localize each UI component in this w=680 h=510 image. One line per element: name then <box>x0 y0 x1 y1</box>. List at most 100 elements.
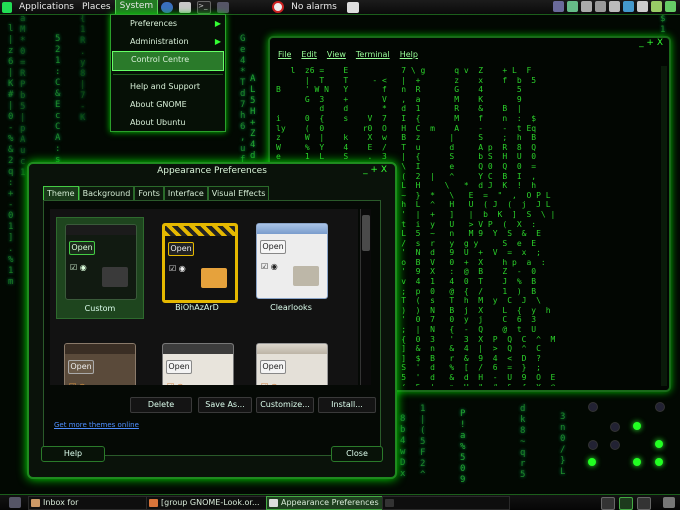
save-as-button[interactable]: Save As... <box>198 397 252 413</box>
task-label: [group GNOME-Look.or... <box>161 498 260 507</box>
light-decoration <box>610 422 620 432</box>
green-light-decoration <box>633 422 641 430</box>
terminal-line: l z6 = E 7 \ g q v Z + L F <box>276 66 532 75</box>
menu-item-label: Preferences <box>130 19 178 28</box>
close-button[interactable]: Close <box>331 446 383 462</box>
install-button[interactable]: Install... <box>318 397 376 413</box>
green-light-decoration <box>655 458 663 466</box>
menu-item-administration[interactable]: Administration ▶ <box>111 33 225 51</box>
task-gnome-look[interactable]: [group GNOME-Look.or... <box>146 496 278 510</box>
menu-item-help-and-support[interactable]: Help and Support <box>111 78 225 96</box>
system-tray <box>553 1 676 12</box>
volume-icon[interactable] <box>581 1 592 12</box>
menu-item-preferences[interactable]: Preferences ▶ <box>111 15 225 33</box>
mail-launcher-icon[interactable] <box>179 1 192 13</box>
theme-name: Custom <box>84 304 116 313</box>
show-desktop-icon[interactable] <box>9 497 21 508</box>
theme-preview: Open ☑ ◉ <box>64 343 136 385</box>
menu-item-control-centre[interactable]: Control Centre <box>112 51 224 71</box>
alarm-clock-icon[interactable] <box>272 1 285 13</box>
menu-item-label: Administration <box>130 37 189 46</box>
task-appearance-preferences[interactable]: Appearance Preferences <box>266 496 394 510</box>
window-title: Appearance Preferences <box>157 166 267 176</box>
terminal-menubar: File Edit View Terminal Help <box>270 50 669 62</box>
task-inbox[interactable]: Inbox for <box>28 496 156 510</box>
web-browser-launcher-icon[interactable] <box>161 1 174 13</box>
window-controls[interactable]: _ + X <box>363 165 387 175</box>
tab-theme[interactable]: Theme <box>43 186 79 200</box>
menu-item-label: Help and Support <box>130 82 200 91</box>
terminal-menu-terminal[interactable]: Terminal <box>356 50 390 62</box>
terminal-line: i 0 { s V 7 I { M f n : $ <box>276 113 537 123</box>
tab-visual-effects[interactable]: Visual Effects <box>207 186 270 200</box>
theme-list-scrollbar[interactable] <box>360 209 371 385</box>
monitor-launcher-icon[interactable] <box>217 1 230 13</box>
user-status-icon[interactable] <box>665 1 676 12</box>
tab-interface[interactable]: Interface <box>163 186 208 200</box>
preview-open-button: Open <box>166 360 192 374</box>
folder-icon <box>201 268 227 288</box>
menu-item-label: Control Centre <box>131 55 190 64</box>
theme-item[interactable]: Open ☑ ◉ <box>154 337 240 385</box>
matrix-rain-column: 8 b 4 w D x <box>400 414 406 479</box>
workspace-switcher-icon[interactable] <box>637 497 651 510</box>
terminal-line: | T T - < | + z x f b 5 <box>276 75 537 85</box>
preview-checkbox-icon: ☑ ◉ <box>70 263 87 272</box>
terminal-line: z W | k X w B z | S ; h B <box>276 133 537 143</box>
task-terminal[interactable] <box>382 496 510 510</box>
theme-preview: Open ☑ ◉ <box>256 343 328 385</box>
theme-preview: Open ☑ ◉ <box>256 223 328 299</box>
get-more-themes-link[interactable]: Get more themes online <box>54 421 139 429</box>
terminal-line: ly ( 0 r0 O H C m A - - t Eq <box>276 123 537 133</box>
scrollbar-thumb[interactable] <box>362 215 370 251</box>
customize-button[interactable]: Customize... <box>256 397 314 413</box>
network-icon[interactable] <box>553 1 564 12</box>
bottom-panel: Inbox for [group GNOME-Look.or... Appear… <box>0 494 680 510</box>
tab-fonts[interactable]: Fonts <box>134 186 164 200</box>
delete-button[interactable]: Delete <box>130 397 192 413</box>
system-menu[interactable]: System <box>114 0 159 15</box>
matrix-rain-column: a M * 0 = R P b 5 | p A u c 1 <box>20 14 26 178</box>
theme-item-custom[interactable]: Open ☑ ◉ Custom <box>56 217 144 319</box>
ubuntu-logo-icon[interactable] <box>2 1 12 13</box>
terminal-launcher-icon[interactable]: >_ <box>197 0 212 14</box>
theme-item-biohazard[interactable]: Open ☑ ◉ BiOhAzArD <box>154 217 240 317</box>
theme-preview: Open ☑ ◉ <box>162 343 234 385</box>
terminal-menu-view[interactable]: View <box>327 50 346 62</box>
theme-item-clearlooks[interactable]: Open ☑ ◉ Clearlooks <box>248 217 334 317</box>
terminal-menu-help[interactable]: Help <box>400 50 418 62</box>
terminal-scrollbar[interactable] <box>661 66 667 386</box>
terminal-menu-file[interactable]: File <box>278 50 291 62</box>
workspace-switcher-icon[interactable] <box>619 497 633 510</box>
alarm-status[interactable]: No alarms <box>287 0 341 14</box>
theme-item[interactable]: Open ☑ ◉ <box>56 337 142 385</box>
terminal-menu-edit[interactable]: Edit <box>301 50 317 62</box>
workspace-switcher-icon[interactable] <box>601 497 615 510</box>
matrix-rain-column: P ! a % 5 0 9 <box>460 409 466 485</box>
messenger-icon[interactable] <box>637 1 648 12</box>
tab-background[interactable]: Background <box>78 186 135 200</box>
terminal-titlebar: _ + X <box>270 38 669 50</box>
top-panel: Applications Places System >_ No alarms <box>0 0 680 15</box>
theme-item[interactable]: Open ☑ ◉ <box>248 337 334 385</box>
trash-icon[interactable] <box>663 497 675 508</box>
preview-checkbox-icon: ☑ ◉ <box>69 382 86 385</box>
window-controls[interactable]: _ + X <box>639 38 663 50</box>
chat-icon[interactable] <box>567 1 578 12</box>
email-icon[interactable] <box>595 1 606 12</box>
help-button[interactable]: Help <box>41 446 105 462</box>
display-icon[interactable] <box>609 1 620 12</box>
tab-bar: Theme Background Fonts Interface Visual … <box>43 186 270 200</box>
submenu-arrow-icon: ▶ <box>214 37 221 46</box>
menu-item-about-gnome[interactable]: About GNOME <box>111 96 225 114</box>
menu-item-about-ubuntu[interactable]: About Ubuntu <box>111 114 225 132</box>
system-dropdown-menu: Preferences ▶ Administration ▶ Control Cen… <box>110 14 226 132</box>
applications-menu[interactable]: Applications <box>15 0 78 14</box>
power-icon[interactable] <box>623 1 634 12</box>
green-light-decoration <box>633 458 641 466</box>
updates-icon[interactable] <box>346 1 359 13</box>
places-menu[interactable]: Places <box>78 0 115 14</box>
notification-icon[interactable] <box>651 1 662 12</box>
submenu-arrow-icon: ▶ <box>214 19 221 28</box>
folder-icon <box>293 266 319 286</box>
